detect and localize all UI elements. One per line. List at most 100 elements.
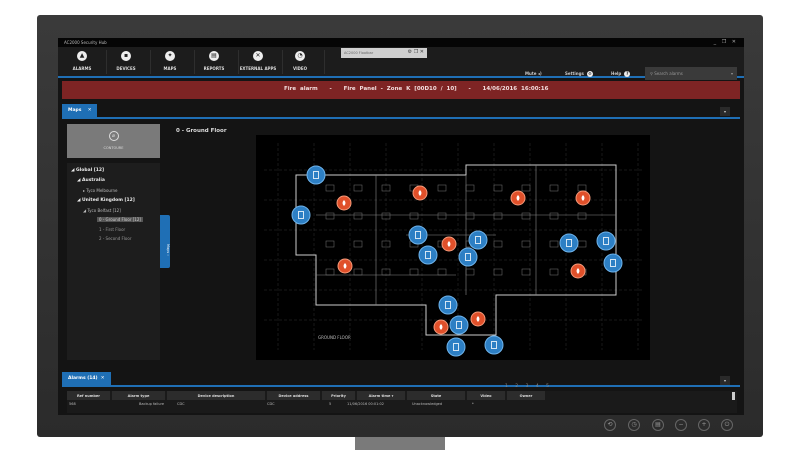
scrollbar[interactable] <box>732 392 735 400</box>
tree-item-global[interactable]: ◢ Global [12] <box>71 168 104 173</box>
panel-menu-button[interactable]: ▾ <box>720 107 730 116</box>
floor-title: 0 - Ground Floor <box>176 128 227 134</box>
power-icon[interactable]: ⏻ <box>721 419 733 431</box>
column-header[interactable]: Video <box>467 391 506 400</box>
table-cell[interactable]: CDC <box>177 402 185 406</box>
tree-label: 2 - Second Floor <box>99 236 132 241</box>
table-cell[interactable]: Unacknowledged <box>412 402 442 406</box>
maps-side-tab[interactable]: Maps › <box>160 215 170 268</box>
nav-external-apps[interactable]: ✕ EXTERNAL APPS <box>234 51 282 71</box>
desk <box>521 268 531 276</box>
report-icon: ▤ <box>209 51 219 61</box>
desk <box>493 184 503 192</box>
table-cell[interactable]: CDC <box>267 402 275 406</box>
settings-label: Settings <box>565 71 584 76</box>
column-header[interactable]: Alarm time ▾ <box>357 391 406 400</box>
column-header[interactable]: Owner <box>507 391 546 400</box>
minus-icon[interactable]: − <box>675 419 687 431</box>
menu-icon[interactable]: ▤ <box>652 419 664 431</box>
close-icon[interactable]: ✕ <box>88 108 92 113</box>
search-input[interactable]: ⚲ Search alarms ▾ <box>645 67 737 80</box>
device-marker <box>458 247 478 267</box>
column-header[interactable]: Ref number <box>67 391 111 400</box>
desk <box>577 212 587 220</box>
tab-label: Alarms (14) <box>68 376 98 381</box>
floor-plan[interactable]: GROUND FLOOR <box>256 135 650 360</box>
mute-button[interactable]: Mute ◂) <box>525 71 542 76</box>
apps-icon: ✕ <box>253 51 263 61</box>
clock-icon[interactable]: ◷ <box>628 419 640 431</box>
tree-item-melbourne[interactable]: ▸ Tyco Melbourne <box>83 188 118 193</box>
floatbar[interactable]: AC2000 Flootbar ⚙ ❐ ✕ <box>341 48 427 58</box>
desk <box>465 184 475 192</box>
divider <box>62 385 740 387</box>
device-icon: ▪ <box>121 51 131 61</box>
table-cell[interactable]: 5 <box>329 402 331 406</box>
desk <box>353 212 363 220</box>
floatbar-controls[interactable]: ⚙ ❐ ✕ <box>408 49 424 55</box>
floor-plan-drawing: GROUND FLOOR <box>264 143 642 357</box>
nav-alarms[interactable]: ▲ ALARMS <box>60 51 104 71</box>
divider <box>324 50 325 74</box>
app-title: AC2000 Security Hub <box>64 40 107 45</box>
alarms-table: Ref number Alarm type Device description De… <box>67 391 737 413</box>
tree-item-first-floor[interactable]: 1 - First Floor <box>99 227 125 232</box>
bell-icon: ▲ <box>77 51 87 61</box>
alarm-source: Fire Panel - Zone K [00D10 / 10] <box>343 86 457 92</box>
device-marker <box>438 295 458 315</box>
tree-label: Tyco Melbourne <box>86 188 118 193</box>
desk <box>325 268 335 276</box>
desk <box>577 184 587 192</box>
nav-devices[interactable]: ▪ DEVICES <box>104 51 148 71</box>
search-placeholder: Search alarms <box>654 71 683 76</box>
desk <box>493 240 503 248</box>
tree-item-uk[interactable]: ◢ United Kingdom [12] <box>77 198 135 203</box>
table-cell[interactable]: 568 <box>69 402 76 406</box>
device-marker <box>449 315 469 335</box>
device-marker <box>603 253 623 273</box>
column-header[interactable]: Alarm type <box>112 391 166 400</box>
tree-label: United Kingdom [12] <box>82 198 135 203</box>
tree-item-ground-floor[interactable]: 0 - Ground Floor [12] <box>97 217 143 222</box>
nav-reports[interactable]: ▤ REPORTS <box>192 51 236 71</box>
desk <box>493 212 503 220</box>
table-cell[interactable]: Backup failure <box>139 402 164 406</box>
desk <box>577 240 587 248</box>
device-marker <box>291 205 311 225</box>
tab-alarms[interactable]: Alarms (14) ✕ <box>62 372 111 385</box>
window-controls[interactable]: _ ❐ ✕ <box>714 39 738 45</box>
tab-maps[interactable]: Maps ✕ <box>62 104 98 117</box>
monitor-page-numbers: 1 2 3 4 5 <box>505 384 553 389</box>
nav-video[interactable]: ◔ VIDEO <box>278 51 322 71</box>
desk <box>549 184 559 192</box>
alarm-banner[interactable]: Fire alarm - Fire Panel - Zone K [00D10 … <box>62 81 740 99</box>
desk <box>325 184 335 192</box>
table-cell[interactable]: 11/06/2016 00:01:02 <box>347 402 384 406</box>
device-marker <box>468 230 488 250</box>
nav-label: REPORTS <box>203 66 225 71</box>
plus-icon[interactable]: + <box>698 419 710 431</box>
desk <box>353 240 363 248</box>
tree-item-second-floor[interactable]: 2 - Second Floor <box>99 236 131 241</box>
desk <box>493 268 503 276</box>
column-header[interactable]: Device address <box>267 391 321 400</box>
tree-label: Global [12] <box>76 168 105 173</box>
help-button[interactable]: Help? <box>611 71 631 77</box>
desk <box>353 268 363 276</box>
contoure-label: CONTOURE <box>103 146 124 150</box>
nav-maps[interactable]: ✦ MAPS <box>148 51 192 71</box>
chevron-down-icon: ▾ <box>730 71 733 76</box>
table-cell[interactable]: * <box>472 402 474 406</box>
tree-item-australia[interactable]: ◢ Australia <box>77 178 105 183</box>
tree-item-belfast[interactable]: ◢ Tyco Belfast [12] <box>83 208 121 213</box>
column-header[interactable]: Device description <box>167 391 266 400</box>
settings-button[interactable]: Settings ⚙ <box>565 71 593 77</box>
column-header[interactable]: Priority <box>322 391 356 400</box>
panel-menu-button[interactable]: ▾ <box>720 376 730 385</box>
link-icon: ⌀ <box>108 131 119 141</box>
close-icon[interactable]: ✕ <box>101 376 105 381</box>
contoure-button[interactable]: ⌀ CONTOURE <box>67 124 160 158</box>
nav-label: MAPS <box>163 66 177 71</box>
input-source-icon[interactable]: ⟲ <box>604 419 616 431</box>
column-header[interactable]: State <box>407 391 466 400</box>
